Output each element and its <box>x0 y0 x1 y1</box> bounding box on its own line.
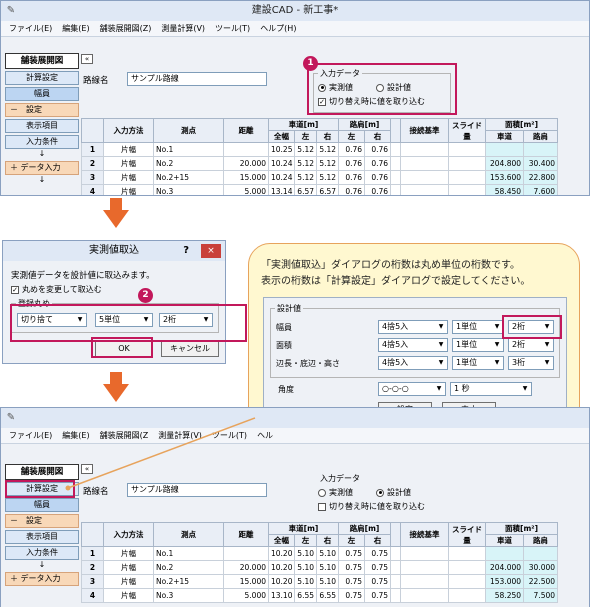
callout-connector <box>65 417 256 491</box>
